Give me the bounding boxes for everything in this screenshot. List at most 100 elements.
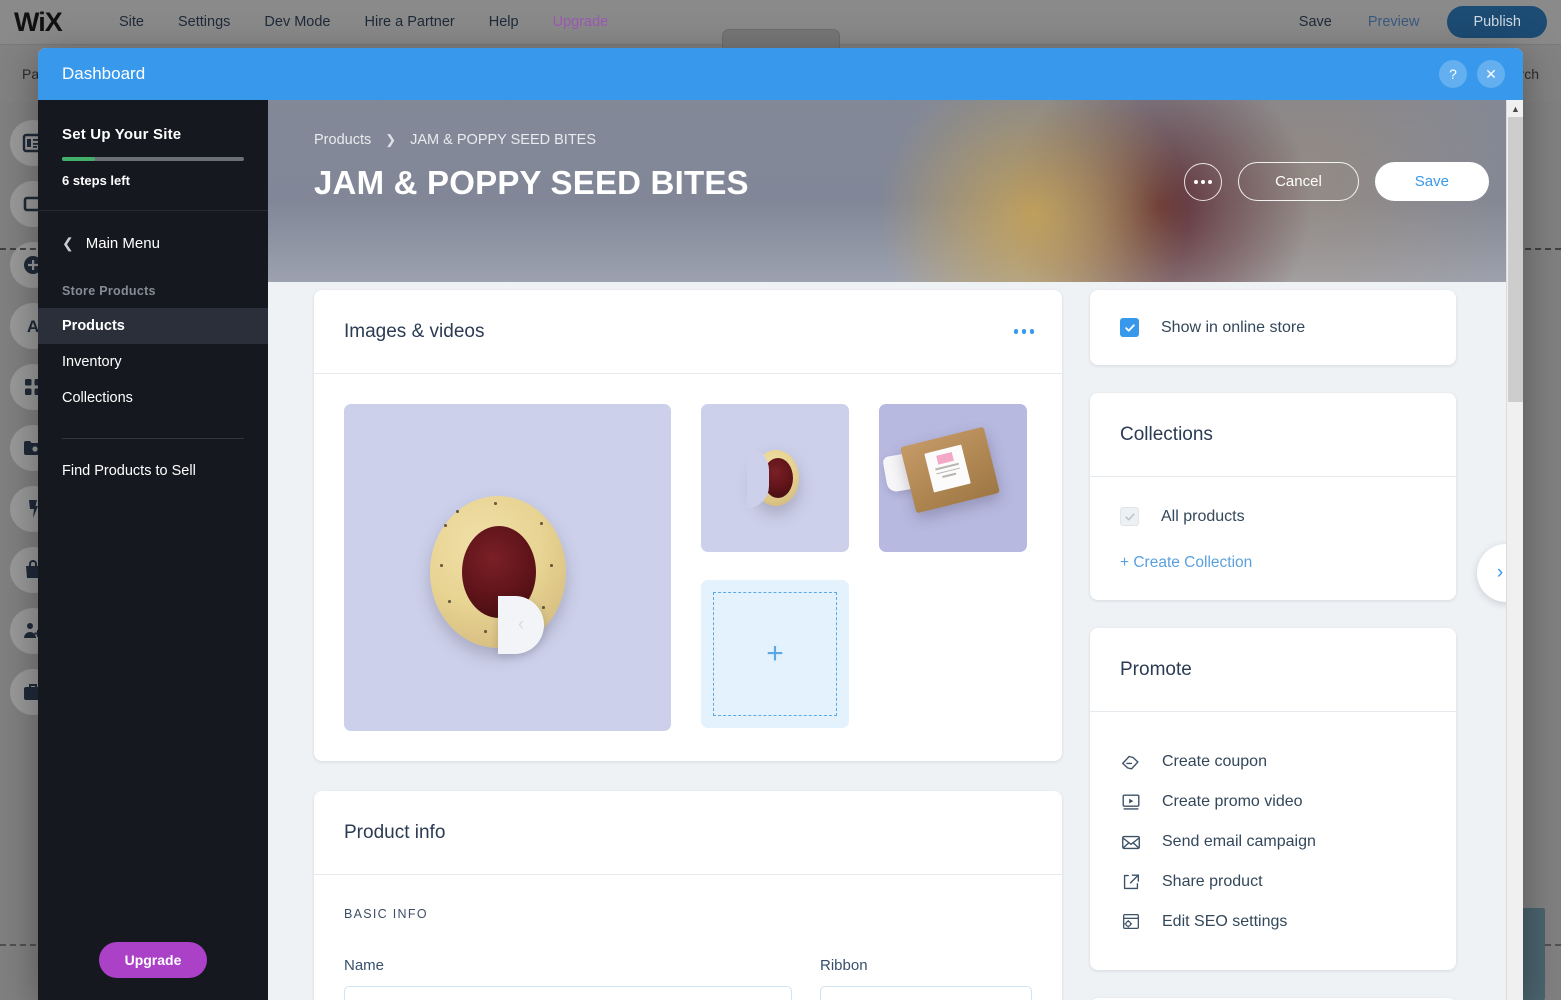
editor-main-nav: Site Settings Dev Mode Hire a Partner He… (102, 14, 625, 30)
promote-create-coupon[interactable]: Create coupon (1120, 742, 1426, 782)
sidebar-item-inventory[interactable]: Inventory (38, 344, 268, 380)
add-media-dashed-area: + (713, 592, 837, 716)
back-to-main-menu[interactable]: ❮ Main Menu (38, 211, 268, 258)
sidebar-item-collections[interactable]: Collections (38, 380, 268, 416)
thumbnail-column: + (701, 404, 1027, 731)
editor-actions: Save Preview Publish (1281, 0, 1547, 44)
images-and-videos-card: Images & videos + (314, 290, 1062, 761)
help-icon[interactable]: ? (1439, 60, 1467, 88)
product-info-header: Product info (314, 791, 1062, 875)
cardboard-box (900, 426, 1000, 514)
label-pink-bar (936, 452, 954, 465)
add-media-button[interactable]: + (701, 580, 849, 728)
promote-title: Promote (1120, 658, 1192, 680)
wix-logo[interactable]: WiX (14, 9, 72, 36)
sidebar-section-store-products: Store Products (62, 284, 156, 298)
main-menu-label: Main Menu (85, 235, 160, 252)
modal-body: Set Up Your Site 6 steps left ❮ Main Men… (38, 100, 1523, 1000)
promote-share-product[interactable]: Share product (1120, 862, 1426, 902)
promote-card: Promote Create coupon Create promo video… (1090, 628, 1456, 970)
sidebar-item-products[interactable]: Products (38, 308, 268, 344)
media-card-more-icon[interactable] (1013, 329, 1034, 334)
share-icon (1120, 871, 1142, 893)
promote-label: Create coupon (1162, 753, 1267, 770)
show-in-online-store-label: Show in online store (1161, 318, 1306, 336)
create-collection-link[interactable]: + Create Collection (1120, 554, 1426, 572)
all-products-checkbox (1120, 507, 1139, 526)
ribbon-field-group: Ribbon (820, 957, 1032, 1000)
setup-progress-fill (62, 157, 95, 161)
nav-settings[interactable]: Settings (161, 14, 247, 30)
scrollbar-thumb[interactable] (1508, 117, 1523, 402)
thumbnail-row (701, 404, 1027, 552)
ribbon-input[interactable] (820, 986, 1032, 1000)
product-info-card: Product info BASIC INFO Name Ribbon (314, 791, 1062, 1000)
scroll-up-icon[interactable]: ▲ (1507, 100, 1523, 117)
promote-label: Edit SEO settings (1162, 913, 1288, 930)
nav-upgrade[interactable]: Upgrade (536, 14, 626, 30)
promote-body: Create coupon Create promo video Send em… (1090, 712, 1456, 970)
nav-site[interactable]: Site (102, 14, 161, 30)
modal-title: Dashboard (62, 64, 146, 83)
basic-info-fields: Name Ribbon (344, 957, 1032, 1000)
thumbnail-row: + (701, 580, 1027, 728)
thumbnail-main-cookie[interactable] (344, 404, 671, 731)
promote-create-promo-video[interactable]: Create promo video (1120, 782, 1426, 822)
setup-steps-left: 6 steps left (62, 173, 130, 188)
dashboard-content: Products ❯ JAM & POPPY SEED BITES JAM & … (268, 100, 1523, 1000)
collections-card: Collections All products + Create Collec… (1090, 393, 1456, 600)
nav-help[interactable]: Help (472, 14, 536, 30)
box-label (924, 444, 971, 493)
collections-body: All products + Create Collection (1090, 477, 1456, 600)
name-label: Name (344, 957, 385, 974)
show-in-online-store-row[interactable]: Show in online store (1090, 290, 1456, 365)
name-field-group: Name (344, 957, 792, 1000)
sidebar-item-find-products-to-sell[interactable]: Find Products to Sell (38, 453, 268, 489)
thumbnail-packaging-box[interactable] (879, 404, 1027, 552)
all-products-label: All products (1161, 507, 1245, 525)
product-info-body: BASIC INFO Name Ribbon (314, 875, 1062, 1000)
content-scrollbar[interactable]: ▲ ▼ (1506, 100, 1523, 1000)
coupon-icon (1120, 751, 1142, 773)
seo-icon (1120, 911, 1142, 933)
nav-dev-mode[interactable]: Dev Mode (247, 14, 347, 30)
promote-label: Share product (1162, 873, 1263, 890)
sidebar-upgrade-wrap: Upgrade (38, 942, 268, 978)
promote-label: Create promo video (1162, 793, 1303, 810)
left-column: Images & videos + Product info BASIC INF… (314, 290, 1062, 1000)
collections-header: Collections (1090, 393, 1456, 477)
upgrade-button[interactable]: Upgrade (98, 942, 208, 978)
editor-save-button[interactable]: Save (1281, 14, 1350, 30)
media-card-header: Images & videos (314, 290, 1062, 374)
visibility-card: Show in online store (1090, 290, 1456, 365)
label-line (942, 472, 957, 478)
promote-label: Send email campaign (1162, 833, 1316, 850)
product-info-title: Product info (344, 821, 446, 843)
editor-publish-button[interactable]: Publish (1447, 6, 1547, 38)
modal-header-buttons: ? ✕ (1439, 60, 1505, 88)
basic-info-label: BASIC INFO (344, 907, 428, 921)
nav-hire-a-partner[interactable]: Hire a Partner (348, 14, 472, 30)
show-in-online-store-checkbox[interactable] (1120, 318, 1139, 337)
editor-preview-button[interactable]: Preview (1350, 14, 1438, 30)
dashboard-sidebar: Set Up Your Site 6 steps left ❮ Main Men… (38, 100, 268, 1000)
plus-icon: + (766, 637, 784, 670)
media-card-title: Images & videos (344, 320, 485, 342)
setup-progress-bar (62, 157, 244, 161)
collections-title: Collections (1120, 423, 1213, 445)
setup-your-site-block[interactable]: Set Up Your Site 6 steps left (38, 100, 268, 211)
right-column: Show in online store Collections All pro… (1090, 290, 1456, 1000)
name-input[interactable] (344, 986, 792, 1000)
promote-send-email-campaign[interactable]: Send email campaign (1120, 822, 1426, 862)
promote-header: Promote (1090, 628, 1456, 712)
envelope-icon (1120, 831, 1142, 853)
dashboard-modal: Dashboard ? ✕ Set Up Your Site 6 steps l… (38, 48, 1523, 1000)
close-icon[interactable]: ✕ (1477, 60, 1505, 88)
ribbon-label: Ribbon (820, 957, 868, 974)
promote-edit-seo-settings[interactable]: Edit SEO settings (1120, 902, 1426, 942)
chevron-left-icon: ❮ (62, 235, 74, 251)
collection-item-all-products[interactable]: All products (1120, 507, 1426, 526)
content-columns: Images & videos + Product info BASIC INF… (268, 100, 1523, 1000)
thumbnail-cookie-bite[interactable] (701, 404, 849, 552)
sidebar-divider (62, 438, 244, 439)
